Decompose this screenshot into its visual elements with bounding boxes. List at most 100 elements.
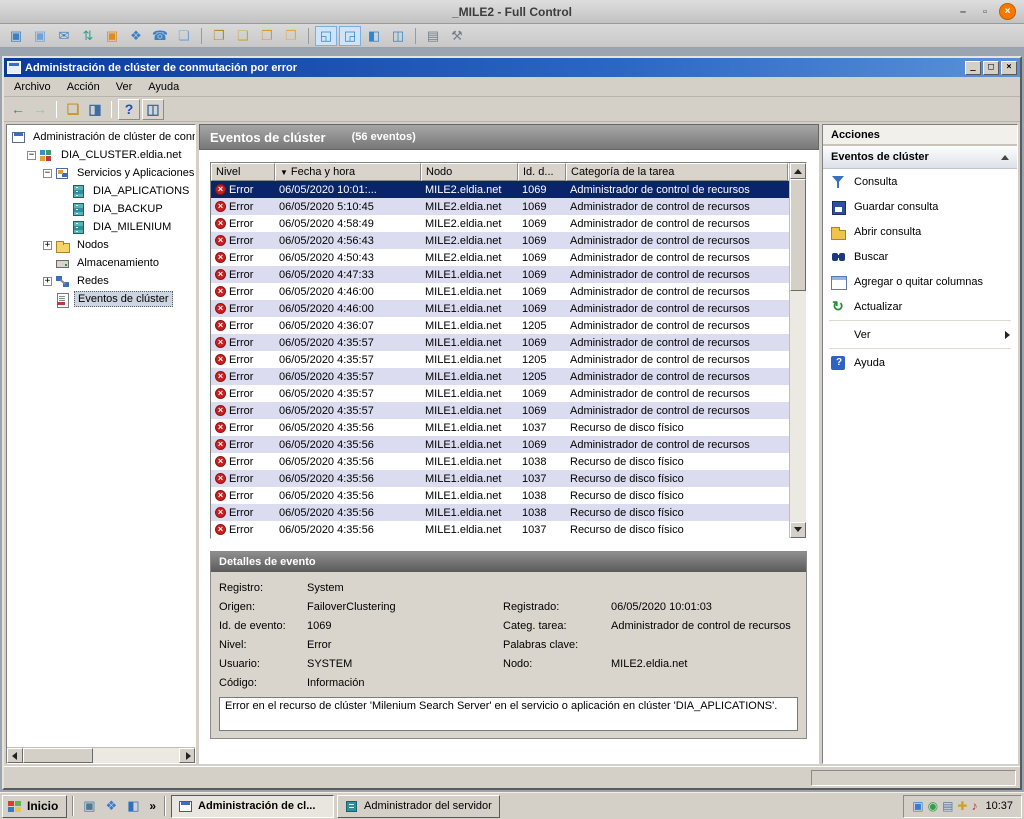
column-header-fecha-y-hora[interactable]: ▼Fecha y hora xyxy=(275,163,421,181)
event-row[interactable]: Error06/05/2020 4:50:43MILE2.eldia.net10… xyxy=(211,249,789,266)
expand-icon[interactable]: + xyxy=(43,241,52,250)
event-row[interactable]: Error06/05/2020 4:35:57MILE1.eldia.net12… xyxy=(211,368,789,385)
event-row[interactable]: Error06/05/2020 5:10:45MILE2.eldia.net10… xyxy=(211,198,789,215)
stop-control-icon[interactable]: ▣ xyxy=(101,26,123,46)
properties-window-icon[interactable]: ◨ xyxy=(85,99,105,119)
tree-item-dia-aplications[interactable]: DIA_APLICATIONS xyxy=(7,182,195,200)
event-row[interactable]: Error06/05/2020 4:35:56MILE1.eldia.net10… xyxy=(211,470,789,487)
fit-window-icon[interactable]: ◲ xyxy=(339,26,361,46)
start-button[interactable]: Inicio xyxy=(2,795,67,818)
remote-session-icon[interactable]: ▤ xyxy=(942,800,953,812)
view-layout-icon[interactable]: ▤ xyxy=(422,26,444,46)
network-places-icon[interactable]: ❖ xyxy=(101,796,121,816)
tree-item-servicios-y-aplicaciones[interactable]: −Servicios y Aplicaciones xyxy=(7,164,195,182)
event-row[interactable]: Error06/05/2020 10:01:...MILE2.eldia.net… xyxy=(211,181,789,198)
event-row[interactable]: Error06/05/2020 4:47:33MILE1.eldia.net10… xyxy=(211,266,789,283)
taskbar-task-administraci-n-de-cl[interactable]: Administración de cl... xyxy=(171,795,334,818)
tree-item-eventos-de-cl-ster[interactable]: Eventos de clúster xyxy=(7,290,195,308)
event-row[interactable]: Error06/05/2020 4:46:00MILE1.eldia.net10… xyxy=(211,283,789,300)
show-desktop-icon[interactable]: ◧ xyxy=(123,796,143,816)
window-maximize-button[interactable]: □ xyxy=(983,61,999,75)
event-row[interactable]: Error06/05/2020 4:35:57MILE1.eldia.net10… xyxy=(211,334,789,351)
event-row[interactable]: Error06/05/2020 4:58:49MILE2.eldia.net10… xyxy=(211,215,789,232)
scale-view-icon[interactable]: ◧ xyxy=(363,26,385,46)
event-row[interactable]: Error06/05/2020 4:35:57MILE1.eldia.net12… xyxy=(211,351,789,368)
action-agregar-o-quitar-columnas[interactable]: Agregar o quitar columnas xyxy=(823,269,1017,294)
window-titlebar[interactable]: Administración de clúster de conmutación… xyxy=(4,58,1020,77)
scroll-up-icon[interactable] xyxy=(790,163,806,179)
voice-call-icon[interactable]: ☎ xyxy=(149,26,171,46)
expand-icon[interactable]: + xyxy=(43,277,52,286)
event-row[interactable]: Error06/05/2020 4:35:57MILE1.eldia.net10… xyxy=(211,385,789,402)
menu-acci-n[interactable]: Acción xyxy=(59,78,108,96)
tree-item-dia-milenium[interactable]: DIA_MILENIUM xyxy=(7,218,195,236)
scrollbar-track[interactable] xyxy=(23,748,179,763)
tree-item-administraci-n-de-cl-ster-de-conmu[interactable]: Administración de clúster de conmu xyxy=(7,128,195,146)
collapse-section-icon[interactable] xyxy=(1001,155,1009,160)
export-list-icon[interactable]: ❏ xyxy=(63,99,83,119)
action-buscar[interactable]: Buscar xyxy=(823,244,1017,269)
folder-sync-icon[interactable]: ❒ xyxy=(280,26,302,46)
collapse-icon[interactable]: − xyxy=(27,151,36,160)
updates-icon[interactable]: ✚ xyxy=(957,800,967,812)
action-ayuda[interactable]: Ayuda xyxy=(823,350,1017,375)
forward-icon[interactable]: → xyxy=(30,99,50,119)
scrollbar-track[interactable] xyxy=(790,179,806,522)
event-row[interactable]: Error06/05/2020 4:56:43MILE2.eldia.net10… xyxy=(211,232,789,249)
menu-ver[interactable]: Ver xyxy=(108,78,141,96)
quicklaunch-overflow-chevron[interactable]: » xyxy=(146,799,159,813)
tree-item-nodos[interactable]: +Nodos xyxy=(7,236,195,254)
action-guardar-consulta[interactable]: Guardar consulta xyxy=(823,194,1017,219)
column-header-nodo[interactable]: Nodo xyxy=(421,163,518,181)
network-status-icon[interactable]: ▣ xyxy=(912,800,923,812)
event-row[interactable]: Error06/05/2020 4:35:56MILE1.eldia.net10… xyxy=(211,487,789,504)
event-row[interactable]: Error06/05/2020 4:35:56MILE1.eldia.net10… xyxy=(211,521,789,538)
scrollbar-thumb[interactable] xyxy=(23,748,93,763)
clipboard-paste-icon[interactable]: ❑ xyxy=(232,26,254,46)
monitor-select-icon[interactable]: ◫ xyxy=(387,26,409,46)
column-header-nivel[interactable]: Nivel xyxy=(211,163,275,181)
taskbar-task-administrador-del-servidor[interactable]: Administrador del servidor xyxy=(337,795,500,818)
collapse-icon[interactable]: − xyxy=(43,169,52,178)
new-connection-icon[interactable]: ▣ xyxy=(5,26,27,46)
event-row[interactable]: Error06/05/2020 4:35:56MILE1.eldia.net10… xyxy=(211,504,789,521)
column-header-id-d[interactable]: Id. d... xyxy=(518,163,566,181)
window-minimize-button[interactable]: _ xyxy=(965,61,981,75)
event-row[interactable]: Error06/05/2020 4:35:56MILE1.eldia.net10… xyxy=(211,453,789,470)
scroll-down-icon[interactable] xyxy=(790,522,806,538)
open-connection-icon[interactable]: ▣ xyxy=(29,26,51,46)
globe-icon[interactable]: ◉ xyxy=(928,800,938,812)
tree-item-almacenamiento[interactable]: Almacenamiento xyxy=(7,254,195,272)
viewer-close-button[interactable]: × xyxy=(999,3,1016,20)
scroll-right-icon[interactable] xyxy=(179,748,195,763)
event-row[interactable]: Error06/05/2020 4:35:56MILE1.eldia.net10… xyxy=(211,419,789,436)
scrollbar-thumb[interactable] xyxy=(790,179,806,291)
event-row[interactable]: Error06/05/2020 4:36:07MILE1.eldia.net12… xyxy=(211,317,789,334)
settings-wrench-icon[interactable]: ⚒ xyxy=(446,26,468,46)
clipboard-copy-icon[interactable]: ❐ xyxy=(208,26,230,46)
event-row[interactable]: Error06/05/2020 4:35:57MILE1.eldia.net10… xyxy=(211,402,789,419)
tree-item-dia-cluster-eldia-net[interactable]: −DIA_CLUSTER.eldia.net xyxy=(7,146,195,164)
action-actualizar[interactable]: Actualizar xyxy=(823,294,1017,319)
menu-archivo[interactable]: Archivo xyxy=(6,78,59,96)
event-row[interactable]: Error06/05/2020 4:35:56MILE1.eldia.net10… xyxy=(211,436,789,453)
scroll-left-icon[interactable] xyxy=(7,748,23,763)
actions-section-header[interactable]: Eventos de clúster xyxy=(823,146,1017,169)
volume-muted-icon[interactable]: ♪ xyxy=(971,800,977,812)
viewer-minimize-button[interactable]: – xyxy=(955,4,971,20)
window-close-button[interactable]: × xyxy=(1001,61,1017,75)
events-vertical-scrollbar[interactable] xyxy=(789,163,806,538)
tree-item-redes[interactable]: +Redes xyxy=(7,272,195,290)
action-abrir-consulta[interactable]: Abrir consulta xyxy=(823,219,1017,244)
back-icon[interactable]: ← xyxy=(8,99,28,119)
column-header-categor-a-de-la-tarea[interactable]: Categoría de la tarea xyxy=(566,163,788,181)
remote-apps-icon[interactable]: ❖ xyxy=(125,26,147,46)
file-transfer-icon[interactable]: ❒ xyxy=(256,26,278,46)
menu-ayuda[interactable]: Ayuda xyxy=(140,78,187,96)
send-message-icon[interactable]: ✉ xyxy=(53,26,75,46)
help-icon[interactable]: ? xyxy=(118,99,140,120)
show-console-tree-icon[interactable]: ◫ xyxy=(142,99,164,120)
tree-horizontal-scrollbar[interactable] xyxy=(7,747,195,763)
remote-desktop-icon[interactable]: ▣ xyxy=(79,796,99,816)
event-row[interactable]: Error06/05/2020 4:46:00MILE1.eldia.net10… xyxy=(211,300,789,317)
